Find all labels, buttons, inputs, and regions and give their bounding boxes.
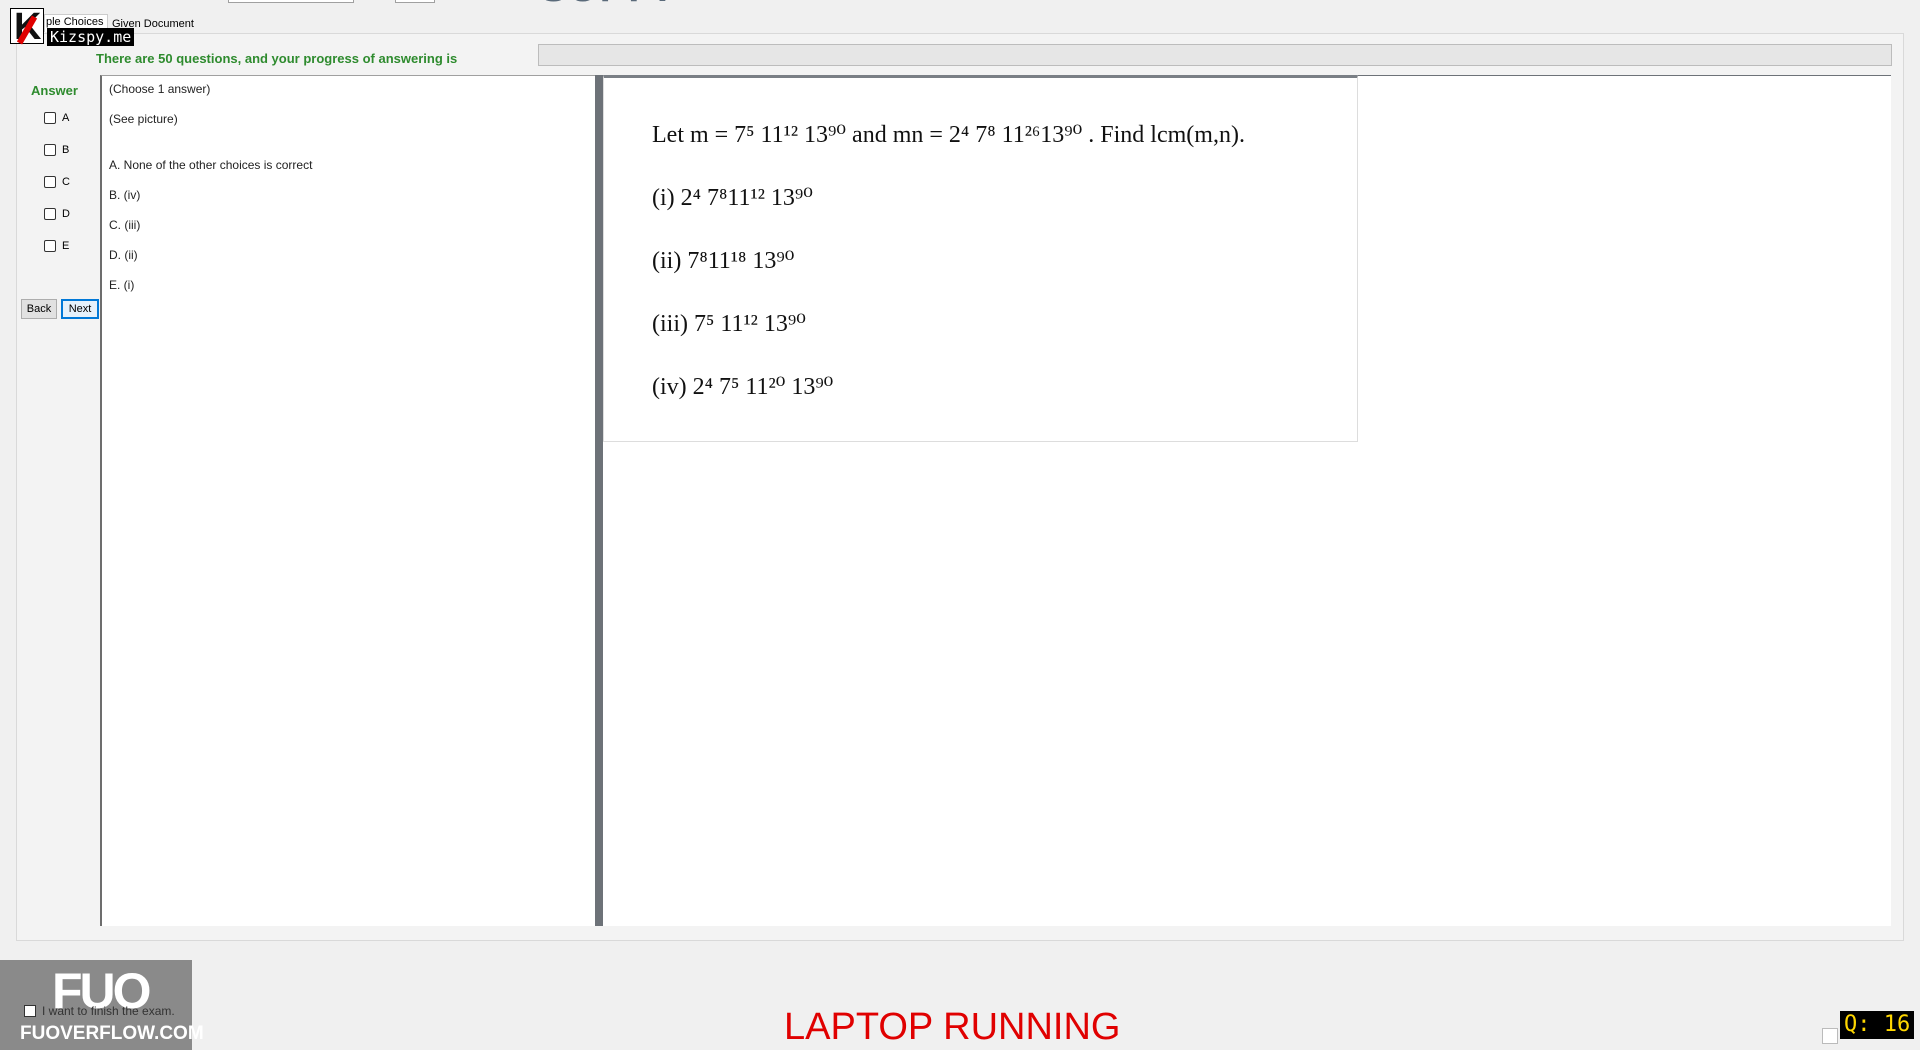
answer-option-d[interactable]: D	[44, 206, 94, 222]
see-picture-note: (See picture)	[109, 112, 178, 126]
statement-i: (i) 2⁴ 7⁸11¹² 13⁹⁰	[652, 185, 813, 211]
next-button[interactable]: Next	[61, 299, 99, 319]
answer-option-e[interactable]: E	[44, 238, 94, 254]
checkbox-b[interactable]	[44, 144, 56, 156]
top-small-control[interactable]	[395, 0, 435, 3]
small-box	[1822, 1028, 1838, 1044]
watermark-site: FUOVERFLOW.COM	[20, 1023, 204, 1044]
statement-iv: (iv) 2⁴ 7⁵ 11²⁰ 13⁹⁰	[652, 374, 834, 400]
top-combobox[interactable]	[228, 0, 354, 3]
choice-b: B. (iv)	[109, 188, 141, 202]
answer-label: Answer	[31, 83, 78, 98]
answer-option-c[interactable]: C	[44, 174, 94, 190]
panel-splitter[interactable]	[595, 75, 603, 926]
top-clipped-title: SUPPI	[540, 0, 670, 11]
choice-e: E. (i)	[109, 278, 135, 292]
progress-label: There are 50 questions, and your progres…	[96, 51, 458, 66]
answer-option-a[interactable]: A	[44, 110, 94, 126]
checkbox-e[interactable]	[44, 240, 56, 252]
choose-instruction: (Choose 1 answer)	[109, 82, 211, 96]
kizspy-logo-text: Kizspy.me	[47, 28, 135, 46]
statement-iii: (iii) 7⁵ 11¹² 13⁹⁰	[652, 311, 806, 337]
kizspy-logo-icon: K	[10, 6, 44, 48]
finish-exam-checkbox[interactable]	[24, 1005, 36, 1017]
choices-panel: (Choose 1 answer) (See picture) A. None …	[100, 75, 596, 926]
question-image: Let m = 7⁵ 11¹² 13⁹⁰ and mn = 2⁴ 7⁸ 11²⁶…	[603, 75, 1358, 442]
checkbox-a[interactable]	[44, 112, 56, 124]
question-statement: Let m = 7⁵ 11¹² 13⁹⁰ and mn = 2⁴ 7⁸ 11²⁶…	[652, 122, 1245, 148]
tab-multiple-choices[interactable]: ple Choices	[46, 16, 103, 28]
statement-ii: (ii) 7⁸11¹⁸ 13⁹⁰	[652, 248, 795, 274]
status-text: LAPTOP RUNNING	[784, 1006, 1121, 1048]
finish-exam-option[interactable]: I want to finish the exam.	[24, 1004, 175, 1018]
checkbox-c[interactable]	[44, 176, 56, 188]
choice-a: A. None of the other choices is correct	[109, 158, 313, 172]
checkbox-d[interactable]	[44, 208, 56, 220]
answer-option-b[interactable]: B	[44, 142, 94, 158]
back-button[interactable]: Back	[21, 299, 57, 319]
question-number-badge: Q: 16	[1840, 1011, 1915, 1039]
choice-d: D. (ii)	[109, 248, 138, 262]
progress-bar	[538, 44, 1892, 66]
choice-c: C. (iii)	[109, 218, 141, 232]
finish-exam-label: I want to finish the exam.	[42, 1004, 175, 1018]
